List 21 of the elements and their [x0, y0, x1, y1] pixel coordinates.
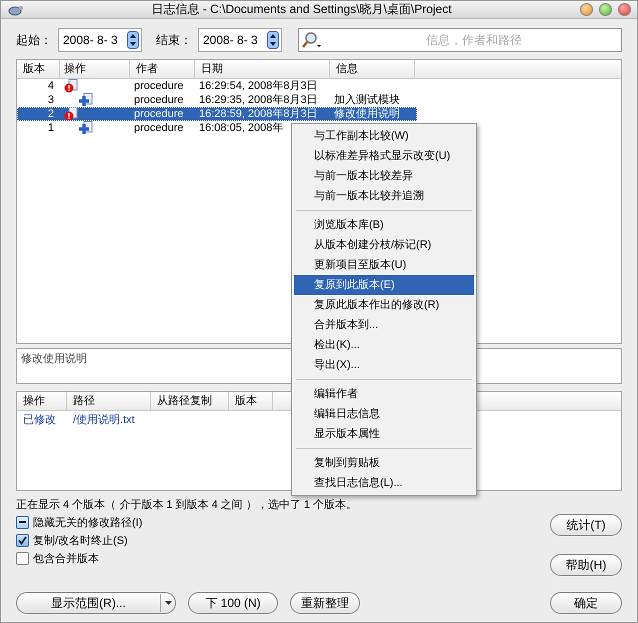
table-cell-text: 16:29:54, 2008年8月3日 — [198, 79, 319, 93]
table-cell-text: 已修改 — [22, 413, 57, 428]
table-cell-text: 4 — [46, 79, 55, 93]
end-label: 结束： — [156, 32, 192, 48]
table-cell-text: 3 — [46, 93, 55, 107]
table-cell-text: 加入测试模块 — [333, 93, 400, 107]
table-cell-text: procedure — [133, 93, 185, 107]
table-cell-text: 16:29:35, 2008年8月3日 — [198, 93, 319, 107]
window-title: 日志信息 - C:\Documents and Settings\晓月\桌面\Project — [150, 1, 453, 18]
table-cell-text: 16:08:05, 2008年 — [198, 121, 284, 135]
message-text: 修改使用说明 — [21, 353, 87, 365]
table-cell-text: procedure — [133, 79, 185, 93]
table-cell-text: 1 — [46, 121, 55, 135]
start-label: 起始： — [16, 32, 52, 48]
table-cell-text: /使用说明.txt — [72, 413, 136, 428]
table-cell-text: procedure — [133, 121, 185, 135]
table-cell-text: procedure — [133, 107, 185, 121]
table-cell-text: 16:28:59, 2008年8月3日 — [198, 107, 319, 121]
table-cell-text: 修改使用说明 — [333, 107, 400, 121]
status-text: 正在显示 4 个版本（ 介于版本 1 到版本 4 之间 ），选中了 1 个版本。 — [16, 498, 358, 513]
table-cell-text: 2 — [46, 107, 55, 121]
